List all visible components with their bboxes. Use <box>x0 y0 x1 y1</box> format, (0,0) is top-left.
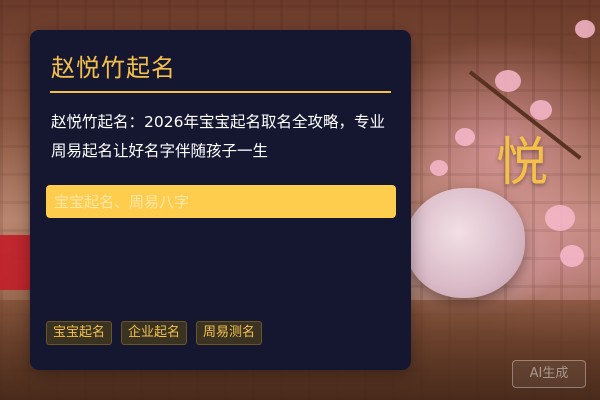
blossom-flower <box>430 160 448 176</box>
tag-baby-naming[interactable]: 宝宝起名 <box>46 321 113 345</box>
blossom-flower <box>455 128 475 146</box>
title-divider <box>50 91 391 93</box>
tag-name-test[interactable]: 周易测名 <box>196 321 263 345</box>
background-cushion <box>405 188 525 298</box>
blossom-flower <box>530 100 552 120</box>
ai-generated-watermark: AI生成 <box>512 360 586 388</box>
decorative-character: 悦 <box>495 133 548 193</box>
info-card: 赵悦竹起名 赵悦竹起名：2026年宝宝起名取名全攻略，专业周易起名让好名字伴随孩… <box>30 30 411 370</box>
tag-list: 宝宝起名 企业起名 周易测名 <box>46 321 263 345</box>
search-input[interactable] <box>46 185 396 218</box>
blossom-flower <box>545 205 575 231</box>
card-description: 赵悦竹起名：2026年宝宝起名取名全攻略，专业周易起名让好名字伴随孩子一生 <box>51 113 385 160</box>
tag-company-naming[interactable]: 企业起名 <box>121 321 188 345</box>
blossom-flower <box>575 20 595 38</box>
blossom-flower <box>560 245 584 267</box>
card-title: 赵悦竹起名 <box>51 54 176 82</box>
blossom-flower <box>495 70 521 92</box>
